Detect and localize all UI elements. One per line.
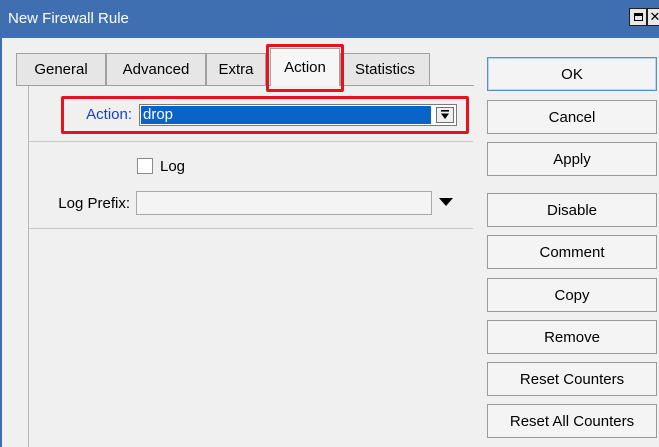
apply-button[interactable]: Apply (487, 142, 657, 176)
log-prefix-label: Log Prefix: (58, 195, 130, 212)
disable-button[interactable]: Disable (487, 193, 657, 227)
tab-highlight-box (266, 44, 344, 92)
remove-button[interactable]: Remove (487, 320, 657, 354)
tab-statistics[interactable]: Statistics (340, 53, 430, 85)
firewall-rule-window: New Firewall Rule ✕ General Advanced Ext… (0, 0, 659, 447)
tab-general[interactable]: General (16, 53, 106, 85)
window-title: New Firewall Rule (8, 10, 129, 27)
maximize-icon[interactable] (629, 8, 647, 26)
log-checkbox[interactable] (137, 158, 153, 174)
cancel-button[interactable]: Cancel (487, 100, 657, 134)
log-checkbox-label: Log (160, 158, 186, 175)
tab-extra[interactable]: Extra (206, 53, 266, 85)
log-prefix-expand-icon[interactable] (439, 198, 453, 207)
ok-button[interactable]: OK (487, 57, 657, 91)
tab-advanced[interactable]: Advanced (106, 53, 206, 85)
title-bar[interactable]: New Firewall Rule ✕ (2, 0, 659, 38)
action-highlight-box (61, 96, 469, 134)
copy-button[interactable]: Copy (487, 278, 657, 312)
section-divider (29, 141, 473, 142)
log-prefix-input[interactable] (136, 191, 432, 215)
section-divider-bottom (29, 228, 473, 229)
comment-button[interactable]: Comment (487, 235, 657, 269)
reset-counters-button[interactable]: Reset Counters (487, 362, 657, 396)
close-icon[interactable]: ✕ (647, 8, 659, 26)
reset-all-counters-button[interactable]: Reset All Counters (487, 404, 657, 438)
